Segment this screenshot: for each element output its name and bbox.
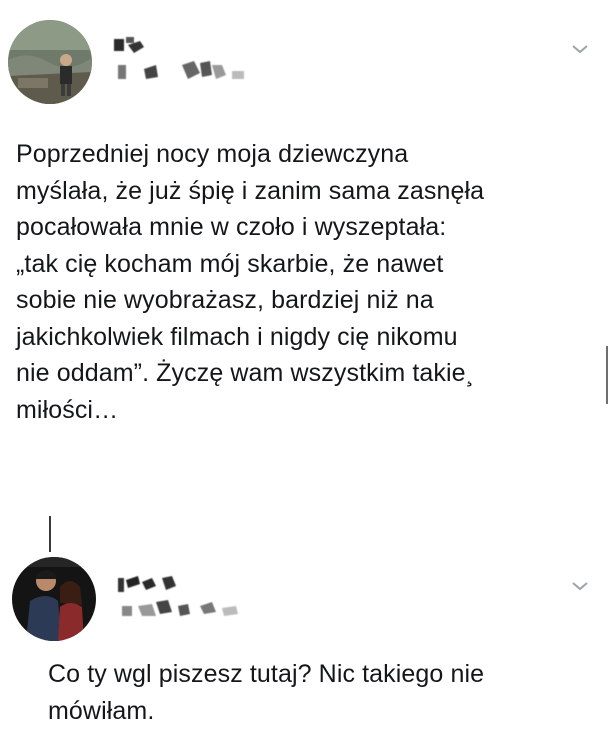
chevron-down-icon[interactable]	[570, 579, 590, 593]
tweet-text: Poprzedniej nocy moja dziewczyna myślała…	[16, 140, 485, 424]
edge-divider	[606, 346, 608, 404]
reply-text: Co ty wgl piszesz tutaj? Nic takiego nie…	[48, 660, 485, 725]
avatar[interactable]	[12, 557, 96, 641]
redacted-username	[112, 572, 262, 632]
avatar[interactable]	[8, 20, 92, 104]
thread-connector	[49, 516, 51, 552]
redacted-username	[108, 35, 258, 95]
chevron-down-icon[interactable]	[570, 42, 590, 56]
